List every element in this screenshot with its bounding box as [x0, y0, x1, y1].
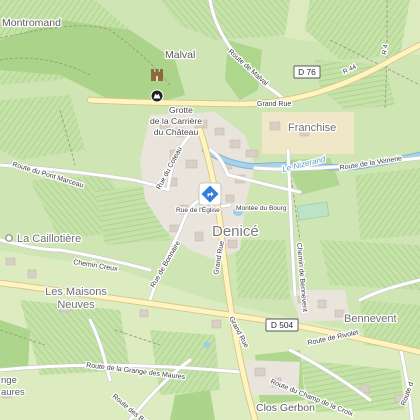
vineyard-west-1 [0, 95, 85, 160]
shield-d504[interactable]: D 504 [265, 318, 299, 332]
vineyard-east-2 [355, 168, 420, 240]
pond-south [203, 342, 211, 348]
place-maisons-neuves-line2[interactable]: Neuves [56, 298, 96, 313]
place-maisons-neuves-line1[interactable]: Les Maisons [44, 285, 109, 300]
poi-grotte-line1: Grotte [169, 105, 193, 115]
place-montromand[interactable]: Montromand [1, 16, 63, 31]
poi-grotte-line2: de la Carrière [150, 116, 202, 126]
place-franchise[interactable]: Franchise [287, 121, 338, 136]
place-malval[interactable]: Malval [164, 48, 197, 63]
cave-poi-icon[interactable] [150, 89, 164, 103]
map-canvas[interactable]: D 76 D 504 Route de Malval Grand Rue Rou… [0, 0, 420, 420]
eglise-label: Rue de l'Église [176, 205, 220, 214]
poi-grotte-line3: du Château [154, 127, 199, 137]
place-caillotiere[interactable]: La Caillotière [16, 232, 83, 247]
shield-d76-label: D 76 [298, 67, 316, 77]
place-edge-left-line2[interactable]: aures [0, 386, 26, 400]
place-edge-left-line1[interactable]: nge [0, 374, 18, 388]
vineyard-center-2 [235, 240, 290, 300]
montee-bourg-label: Montée du Bourg [236, 205, 287, 212]
castle-icon[interactable] [151, 69, 163, 81]
shield-d76[interactable]: D 76 [293, 65, 321, 79]
caillotiere-dot-icon[interactable] [5, 234, 13, 242]
shield-d504-label: D 504 [271, 320, 294, 330]
place-denice[interactable]: Denicé [211, 222, 260, 242]
place-clos-gerbon[interactable]: Clos Gerbon [255, 401, 317, 416]
grand-rue-north-label: Grand Rue [257, 101, 291, 108]
place-bennevent[interactable]: Bennevent [343, 312, 398, 327]
location-pin-marker[interactable] [198, 182, 222, 206]
